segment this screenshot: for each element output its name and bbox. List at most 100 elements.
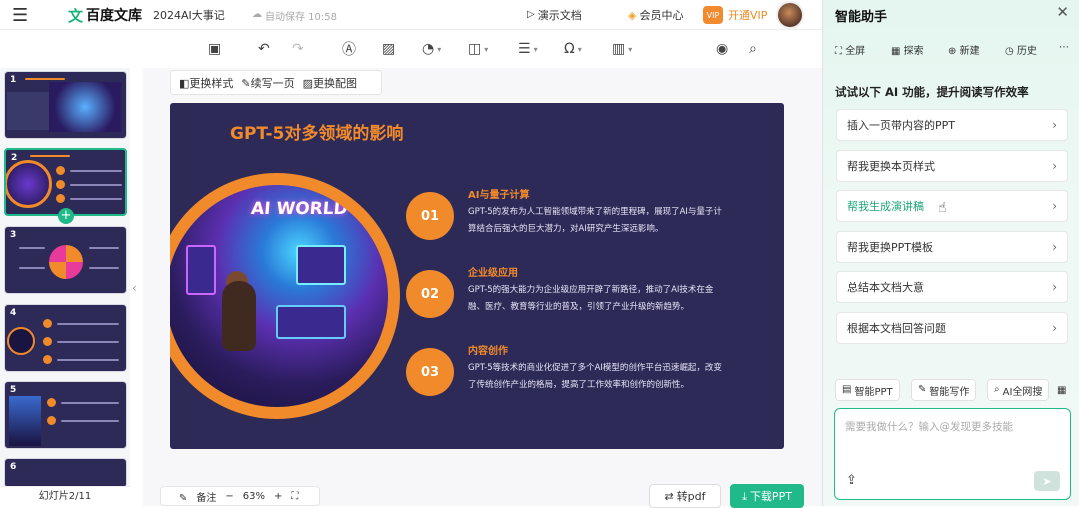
slide-thumbnail-list: 1 2 + 3 4 5 6 幻灯片2/11 xyxy=(0,68,130,506)
suggestion-answer-questions[interactable]: 根据本文档回答问题 › xyxy=(836,312,1068,344)
slide-thumbnail-selected[interactable]: 2 xyxy=(4,148,127,216)
slide-canvas[interactable]: GPT-5对多领域的影响 AI WORLD 01 AI与量子计算 GPT-5的发… xyxy=(170,103,784,449)
thumbnail-image xyxy=(9,396,41,446)
thumbnail-text-line xyxy=(89,247,119,249)
smart-write-button[interactable]: ✎ 智能写作 xyxy=(911,379,977,401)
thumbnail-text-block xyxy=(7,92,49,130)
more-apps-icon[interactable]: ▦ xyxy=(1053,379,1070,401)
continue-page-button[interactable]: ✎续写一页 xyxy=(241,75,294,91)
thumbnail-dot xyxy=(56,166,65,175)
download-ppt-button[interactable]: ⤓ 下载PPT xyxy=(730,484,804,508)
suggestion-generate-speech[interactable]: 帮我生成演讲稿 › xyxy=(836,190,1068,222)
preview-icon[interactable]: ◉ xyxy=(716,40,728,58)
suggestion-label: 帮我生成演讲稿 xyxy=(847,200,924,213)
save-status: ☁ 自动保存 10:58 xyxy=(252,0,337,30)
suggestion-change-template[interactable]: 帮我更换PPT模板 › xyxy=(836,231,1068,263)
item-description: GPT-5等技术的商业化促进了多个AI模型的创作平台迅速崛起，改变了传统创作产业… xyxy=(468,363,722,390)
chevron-right-icon: › xyxy=(1052,280,1057,294)
collapse-sidebar-icon[interactable]: ‹ xyxy=(132,281,137,295)
note-icon: ✎ xyxy=(179,492,188,504)
thumbnail-number: 3 xyxy=(10,230,17,240)
mouse-cursor-icon: ☝ xyxy=(938,200,947,216)
to-pdf-label: 转pdf xyxy=(676,490,706,503)
media-icon[interactable]: ◫ ▾ xyxy=(468,40,488,58)
tab-explore[interactable]: ▦ 探索 xyxy=(891,42,924,57)
suggestion-summarize[interactable]: 总结本文档大意 › xyxy=(836,271,1068,303)
tab-fullscreen[interactable]: ⛶ 全屏 xyxy=(835,42,865,57)
suggestion-change-style[interactable]: 帮我更换本页样式 › xyxy=(836,150,1068,182)
suggestion-label: 根据本文档回答问题 xyxy=(847,322,946,335)
slide-thumbnail[interactable]: 6 xyxy=(4,458,127,488)
send-button[interactable]: ➤ xyxy=(1034,471,1060,491)
change-style-button[interactable]: ◧更换样式 xyxy=(179,75,233,91)
slide-thumbnail[interactable]: 3 xyxy=(4,226,127,294)
chart-icon[interactable]: ▥ ▾ xyxy=(612,40,632,58)
pen-icon: ✎ xyxy=(918,384,927,395)
thumbnail-text-line xyxy=(19,247,45,249)
search-icon[interactable]: ⌕ xyxy=(749,40,757,58)
smart-ppt-button[interactable]: ▤ 智能PPT xyxy=(835,379,900,401)
ai-search-button[interactable]: ⌕ AI全网搜 xyxy=(987,379,1050,401)
close-icon[interactable]: ✕ xyxy=(1056,3,1069,21)
pen-icon: ✎ xyxy=(241,76,251,90)
slide-counter: 幻灯片2/11 xyxy=(0,486,130,506)
thumbnail-title-line xyxy=(25,78,65,80)
avatar[interactable] xyxy=(776,1,804,29)
continue-page-label: 续写一页 xyxy=(250,76,295,90)
document-title[interactable]: 2024AI大事记 xyxy=(153,0,225,30)
slide-title[interactable]: GPT-5对多领域的影响 xyxy=(230,119,403,144)
symbol-icon[interactable]: Ω ▾ xyxy=(564,40,582,58)
fit-screen-icon[interactable]: ⛶ xyxy=(291,491,298,502)
suggestion-insert-ppt[interactable]: 插入一页带内容的PPT › xyxy=(836,109,1068,141)
logo[interactable]: 文百度文库 xyxy=(68,0,142,30)
suggestion-label: 帮我更换本页样式 xyxy=(847,160,935,173)
tab-history[interactable]: ◷ 历史 xyxy=(1005,42,1037,57)
suggestion-hint: 试试以下 AI 功能，提升阅读写作效率 xyxy=(835,85,1029,99)
chevron-right-icon: › xyxy=(1052,199,1057,213)
thumbnail-text-line xyxy=(70,198,122,200)
thumbnail-number: 6 xyxy=(10,462,17,472)
redo-icon[interactable]: ↷ xyxy=(292,40,304,58)
zoom-in-button[interactable]: + xyxy=(274,491,282,502)
chat-input-placeholder[interactable]: 需要我做什么？输入@发现更多技能 xyxy=(845,419,1013,434)
play-icon: ▷ xyxy=(527,9,535,20)
notes-label: 备注 xyxy=(196,492,217,504)
undo-icon[interactable]: ↶ xyxy=(258,40,270,58)
change-image-button[interactable]: ▨更换配图 xyxy=(303,75,357,91)
item-description: GPT-5的强大能力为企业级应用开辟了新路径，推动了AI技术在金融、医疗、教育等… xyxy=(468,285,714,312)
search-icon: ⌕ xyxy=(994,384,1000,395)
to-pdf-button[interactable]: ⇄ 转pdf xyxy=(649,484,721,508)
ai-world-illustration[interactable]: AI WORLD xyxy=(170,185,388,407)
hamburger-menu-icon[interactable]: ☰ xyxy=(12,0,28,30)
quick-label: 智能写作 xyxy=(929,386,970,398)
panel-title: 智能助手 xyxy=(835,10,888,25)
thumbnail-text-line xyxy=(57,323,119,325)
logo-text: 百度文库 xyxy=(86,8,143,24)
member-center-button[interactable]: ◈ 会员中心 xyxy=(628,0,683,30)
align-icon[interactable]: ☰ ▾ xyxy=(518,40,538,58)
text-icon[interactable]: Ⓐ xyxy=(342,40,356,58)
quick-label: AI全网搜 xyxy=(1002,386,1043,398)
history-icon: ◷ xyxy=(1005,46,1014,57)
save-icon[interactable]: ▣ xyxy=(208,40,221,58)
tab-new[interactable]: ⊕ 新建 xyxy=(948,42,980,57)
notes-button[interactable]: ✎ 备注 xyxy=(170,489,216,504)
add-slide-button[interactable]: + xyxy=(58,208,74,224)
chat-input-box[interactable]: 需要我做什么？输入@发现更多技能 ⇪ ➤ xyxy=(834,408,1071,500)
shape-icon[interactable]: ◔ ▾ xyxy=(422,40,441,58)
open-vip-button[interactable]: 开通VIP xyxy=(728,0,767,30)
thumbnail-dot xyxy=(43,319,52,328)
present-button[interactable]: ▷ 演示文档 xyxy=(527,0,582,30)
slide-thumbnail[interactable]: 4 xyxy=(4,304,127,372)
more-icon[interactable]: ⋯ xyxy=(1059,42,1069,53)
panel-tabs: ⛶ 全屏 ▦ 探索 ⊕ 新建 ◷ 历史 ⋯ xyxy=(835,42,1075,58)
vip-badge: VIP xyxy=(703,6,723,24)
zoom-out-button[interactable]: − xyxy=(225,491,233,502)
bottom-bar: ✎ 备注 − 63% + ⛶ xyxy=(160,486,320,506)
thumbnail-dot xyxy=(47,398,56,407)
upload-icon[interactable]: ⇪ xyxy=(846,473,857,488)
slide-thumbnail[interactable]: 5 xyxy=(4,381,127,449)
slide-thumbnail[interactable]: 1 xyxy=(4,71,127,139)
item-title: 内容创作 xyxy=(468,346,508,357)
image-icon[interactable]: ▨ xyxy=(382,40,395,58)
